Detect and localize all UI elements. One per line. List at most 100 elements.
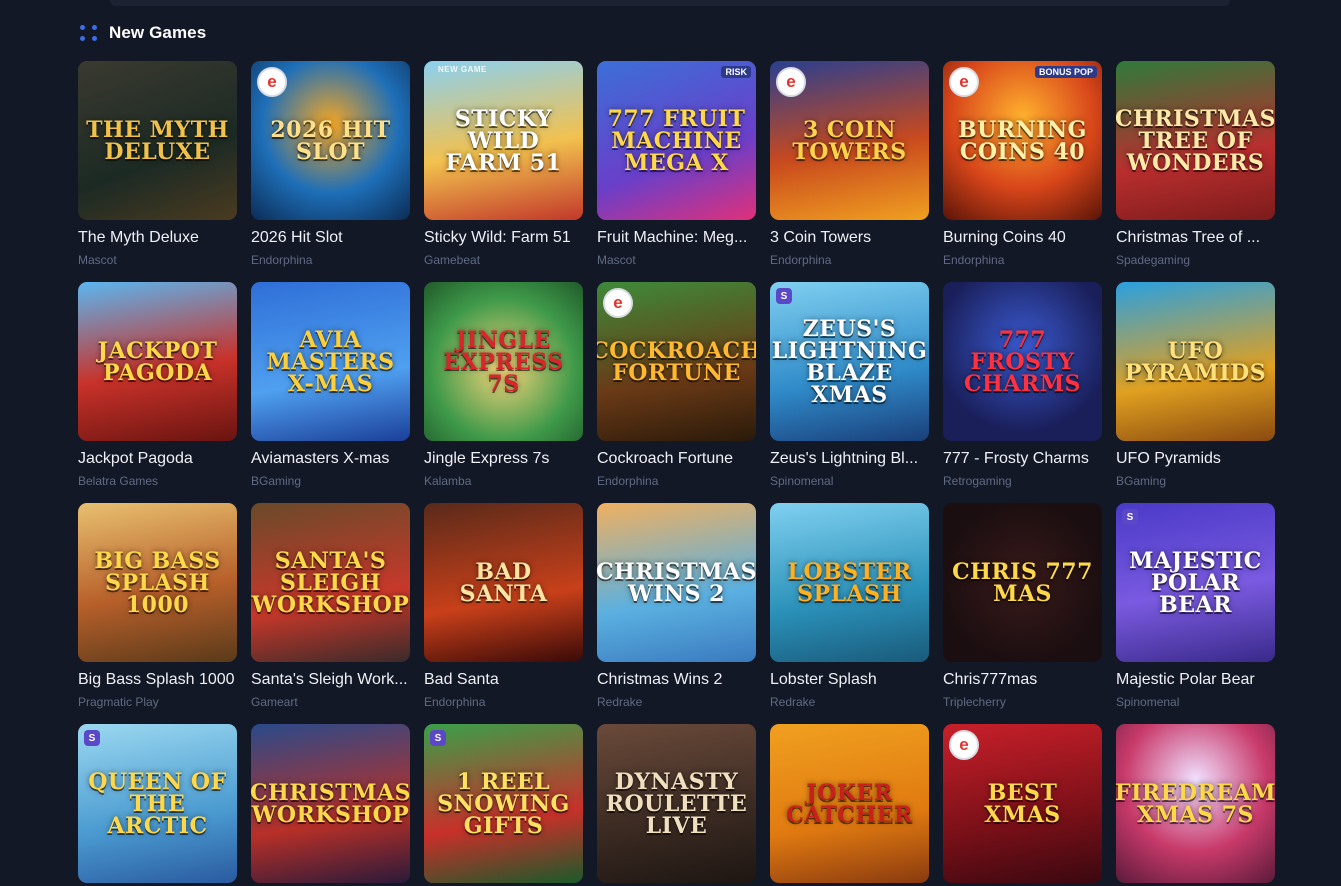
game-card[interactable]: Best Xmas e xyxy=(943,724,1102,883)
game-logo-art: Jackpot Pagoda xyxy=(97,337,218,386)
game-thumbnail[interactable]: Majestic Polar Bear S xyxy=(1116,503,1275,662)
game-thumbnail[interactable]: UFO Pyramids xyxy=(1116,282,1275,441)
game-thumbnail[interactable]: Firedream Xmas 7s xyxy=(1116,724,1275,883)
game-title[interactable]: 2026 Hit Slot xyxy=(251,229,423,247)
game-card[interactable]: Majestic Polar Bear S Majestic Polar Bear S… xyxy=(1116,503,1275,709)
game-card[interactable]: Sticky Wild Farm 51 NEW GAME Sticky Wild: … xyxy=(424,61,583,267)
game-thumbnail[interactable]: Christmas Tree of Wonders xyxy=(1116,61,1275,220)
game-thumbnail[interactable]: Queen of the Arctic S xyxy=(78,724,237,883)
game-thumbnail[interactable]: 1 Reel Snowing Gifts S xyxy=(424,724,583,883)
game-card[interactable]: Lobster Splash Lobster Splash Redrake xyxy=(770,503,929,709)
game-title[interactable]: Jackpot Pagoda xyxy=(78,450,250,468)
game-logo-art: Big Bass Splash 1000 xyxy=(94,547,221,618)
game-thumbnail[interactable]: Zeus's Lightning Blaze Xmas S xyxy=(770,282,929,441)
game-card[interactable]: UFO Pyramids UFO Pyramids BGaming xyxy=(1116,282,1275,488)
game-logo-art: Cockroach Fortune xyxy=(597,337,756,386)
game-title[interactable]: Christmas Wins 2 xyxy=(597,671,769,689)
game-card[interactable]: Avia Masters X-mas Aviamasters X-mas BGami… xyxy=(251,282,410,488)
game-provider: Endorphina xyxy=(424,695,486,709)
game-title[interactable]: 777 - Frosty Charms xyxy=(943,450,1115,468)
game-logo-art: Sticky Wild Farm 51 xyxy=(445,105,562,176)
game-title[interactable]: UFO Pyramids xyxy=(1116,450,1288,468)
game-card[interactable]: Zeus's Lightning Blaze Xmas S Zeus's Light… xyxy=(770,282,929,488)
game-thumbnail[interactable]: Cockroach Fortune e xyxy=(597,282,756,441)
game-card[interactable]: 3 Coin Towers e 3 Coin Towers Endorphina xyxy=(770,61,929,267)
game-logo-art: Bad Santa xyxy=(459,558,548,607)
game-thumbnail[interactable]: Bad Santa xyxy=(424,503,583,662)
game-card[interactable]: 777 Frosty Charms 777 - Frosty Charms Retr… xyxy=(943,282,1102,488)
game-provider: Retrogaming xyxy=(943,474,1012,488)
game-title[interactable]: Aviamasters X-mas xyxy=(251,450,423,468)
game-logo-art: Jingle Express 7s xyxy=(443,326,564,397)
game-card[interactable]: Christmas Wins 2 Christmas Wins 2 Redrake xyxy=(597,503,756,709)
game-title[interactable]: Christmas Tree of ... xyxy=(1116,229,1288,247)
game-logo-art: Firedream Xmas 7s xyxy=(1116,779,1275,828)
game-provider: Redrake xyxy=(770,695,816,709)
game-title[interactable]: Majestic Polar Bear xyxy=(1116,671,1288,689)
game-card[interactable]: Santa's Sleigh Workshop Santa's Sleigh Wo… xyxy=(251,503,410,709)
game-card[interactable]: Burning Coins 40 e BONUS POP Burning Coins … xyxy=(943,61,1102,267)
game-card[interactable]: Bad Santa Bad Santa Endorphina xyxy=(424,503,583,709)
game-thumbnail[interactable]: 2026 Hit Slot e xyxy=(251,61,410,220)
endorphina-badge-icon: e xyxy=(949,67,979,97)
game-title[interactable]: Zeus's Lightning Bl... xyxy=(770,450,942,468)
game-thumbnail[interactable]: Jackpot Pagoda xyxy=(78,282,237,441)
game-thumbnail[interactable]: Sticky Wild Farm 51 NEW GAME xyxy=(424,61,583,220)
game-logo-art: 3 Coin Towers xyxy=(792,116,907,165)
game-thumbnail[interactable]: The Myth Deluxe xyxy=(78,61,237,220)
game-card[interactable]: Joker Catcher xyxy=(770,724,929,883)
game-title[interactable]: Bad Santa xyxy=(424,671,596,689)
game-thumbnail[interactable]: Jingle Express 7s xyxy=(424,282,583,441)
section-header: New Games xyxy=(80,22,206,44)
game-logo-art: 777 Fruit Machine Mega X xyxy=(607,105,746,176)
game-thumbnail[interactable]: 777 Fruit Machine Mega X RISK xyxy=(597,61,756,220)
game-thumbnail[interactable]: Santa's Sleigh Workshop xyxy=(251,503,410,662)
game-title[interactable]: Sticky Wild: Farm 51 xyxy=(424,229,596,247)
game-card[interactable]: 2026 Hit Slot e 2026 Hit Slot Endorphina xyxy=(251,61,410,267)
game-thumbnail[interactable]: Avia Masters X-mas xyxy=(251,282,410,441)
game-title[interactable]: Chris777mas xyxy=(943,671,1115,689)
game-card[interactable]: Chris 777 mas Chris777mas Triplecherry xyxy=(943,503,1102,709)
game-provider: Endorphina xyxy=(770,253,832,267)
game-logo-art: UFO Pyramids xyxy=(1124,337,1267,386)
game-logo-art: 2026 Hit Slot xyxy=(270,116,391,165)
game-thumbnail[interactable]: Dynasty Roulette Live xyxy=(597,724,756,883)
game-title[interactable]: Burning Coins 40 xyxy=(943,229,1115,247)
game-thumbnail[interactable]: 3 Coin Towers e xyxy=(770,61,929,220)
game-title[interactable]: The Myth Deluxe xyxy=(78,229,250,247)
game-thumbnail[interactable]: Big Bass Splash 1000 xyxy=(78,503,237,662)
game-thumbnail[interactable]: Christmas Wins 2 xyxy=(597,503,756,662)
game-thumbnail[interactable]: Christmas Workshop xyxy=(251,724,410,883)
new-game-tag: NEW GAME xyxy=(438,65,487,74)
game-card[interactable]: 777 Fruit Machine Mega X RISK Fruit Machin… xyxy=(597,61,756,267)
game-card[interactable]: Jingle Express 7s Jingle Express 7s Kalamb… xyxy=(424,282,583,488)
game-title[interactable]: Cockroach Fortune xyxy=(597,450,769,468)
game-card[interactable]: The Myth Deluxe The Myth Deluxe Mascot xyxy=(78,61,237,267)
game-provider: Endorphina xyxy=(943,253,1005,267)
section-title: New Games xyxy=(109,23,207,42)
game-thumbnail[interactable]: Joker Catcher xyxy=(770,724,929,883)
game-card[interactable]: Dynasty Roulette Live xyxy=(597,724,756,883)
game-card[interactable]: Christmas Tree of Wonders Christmas Tree … xyxy=(1116,61,1275,267)
game-provider: BGaming xyxy=(251,474,302,488)
game-card[interactable]: Cockroach Fortune e Cockroach Fortune Endor… xyxy=(597,282,756,488)
game-thumbnail[interactable]: Best Xmas e xyxy=(943,724,1102,883)
game-title[interactable]: Big Bass Splash 1000 xyxy=(78,671,250,689)
game-title[interactable]: Fruit Machine: Meg... xyxy=(597,229,769,247)
game-thumbnail[interactable]: Chris 777 mas xyxy=(943,503,1102,662)
game-thumbnail[interactable]: 777 Frosty Charms xyxy=(943,282,1102,441)
game-title[interactable]: Santa's Sleigh Work... xyxy=(251,671,423,689)
game-card[interactable]: Queen of the Arctic S xyxy=(78,724,237,883)
game-thumbnail[interactable]: Burning Coins 40 e BONUS POP xyxy=(943,61,1102,220)
game-title[interactable]: Jingle Express 7s xyxy=(424,450,596,468)
game-thumbnail[interactable]: Lobster Splash xyxy=(770,503,929,662)
game-card[interactable]: Big Bass Splash 1000 Big Bass Splash 1000… xyxy=(78,503,237,709)
game-card[interactable]: Firedream Xmas 7s xyxy=(1116,724,1275,883)
game-card[interactable]: Jackpot Pagoda Jackpot Pagoda Belatra Game… xyxy=(78,282,237,488)
spinomenal-badge-icon: S xyxy=(1122,509,1138,525)
game-card[interactable]: 1 Reel Snowing Gifts S xyxy=(424,724,583,883)
game-title[interactable]: 3 Coin Towers xyxy=(770,229,942,247)
game-provider: Spadegaming xyxy=(1116,253,1191,267)
game-title[interactable]: Lobster Splash xyxy=(770,671,942,689)
game-card[interactable]: Christmas Workshop xyxy=(251,724,410,883)
